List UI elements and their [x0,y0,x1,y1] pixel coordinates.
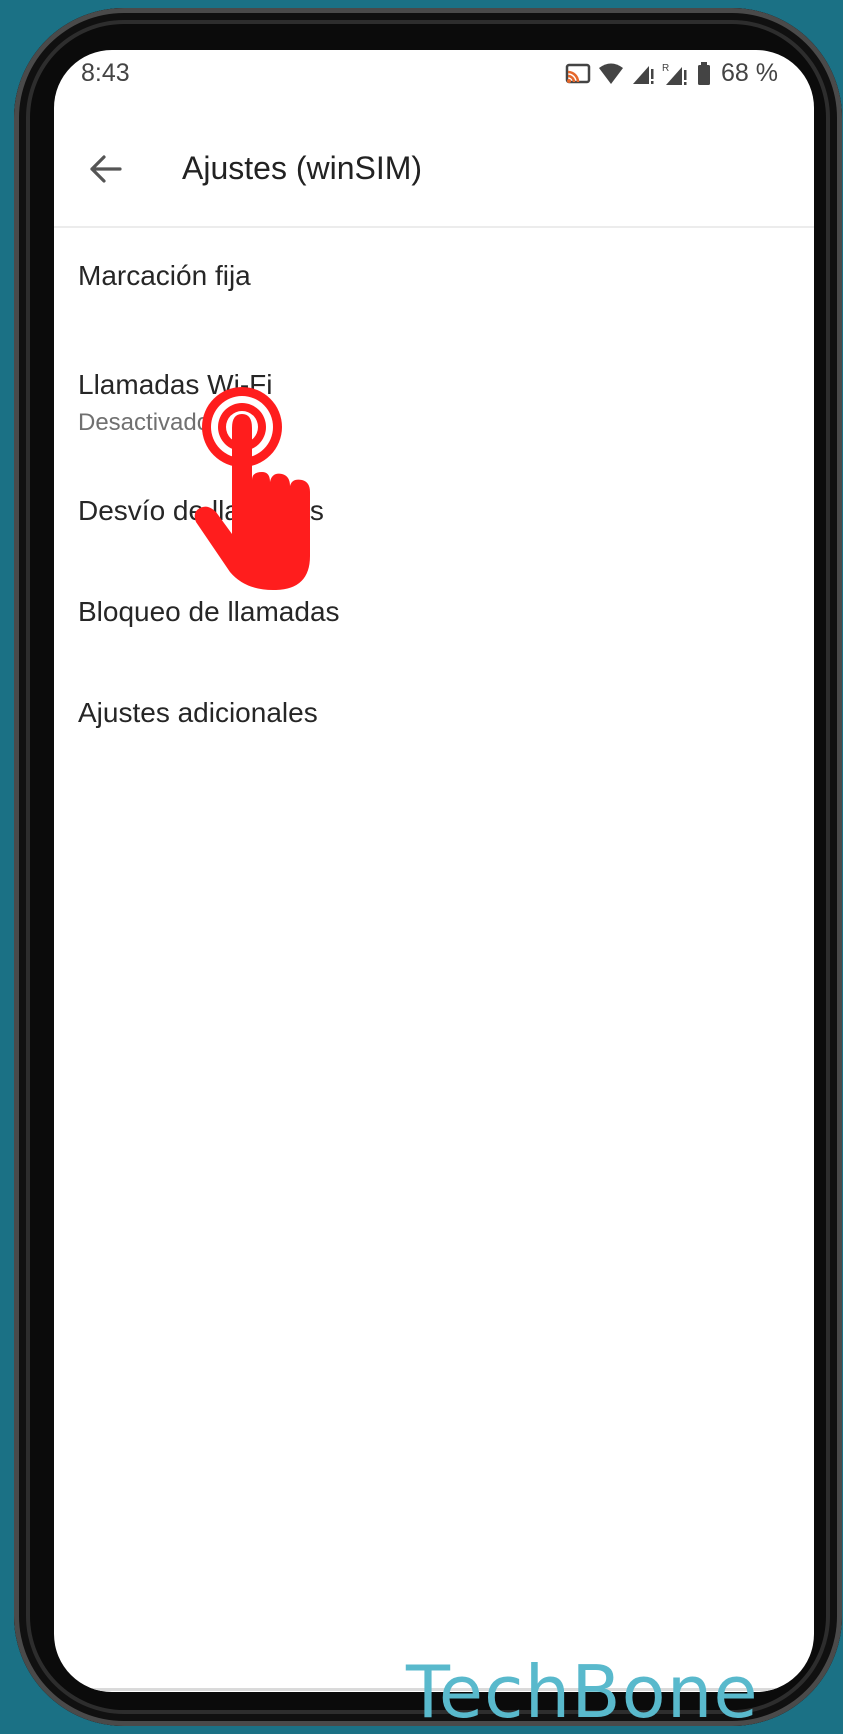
back-button[interactable] [74,140,136,202]
signal-icon [631,63,655,85]
battery-icon [697,61,711,86]
settings-item-additional-settings[interactable]: Ajustes adicionales [54,665,814,766]
app-bar: Ajustes (winSIM) [54,122,814,228]
settings-item-title: Ajustes adicionales [78,697,318,728]
settings-item-fixed-dialing[interactable]: Marcación fija [54,228,814,329]
wifi-icon [598,63,624,85]
tap-hand-icon [194,384,324,594]
status-bar: 8:43 R 68 % [54,50,814,100]
settings-item-call-blocking[interactable]: Bloqueo de llamadas [54,564,814,665]
settings-item-title: Bloqueo de llamadas [78,596,340,627]
status-time: 8:43 [81,59,130,87]
settings-list: Marcación fija Llamadas Wi-Fi Desactivad… [54,228,814,766]
cast-icon [565,63,591,85]
battery-percentage: 68 % [721,59,778,87]
watermark: TechBone [406,1650,759,1734]
settings-item-summary: Desactivado [78,409,211,436]
settings-item-wifi-calling[interactable]: Llamadas Wi-Fi Desactivado [54,329,814,463]
settings-item-title: Marcación fija [78,260,251,291]
page-title: Ajustes (winSIM) [182,150,423,186]
settings-item-call-forwarding[interactable]: Desvío de llamadas [54,463,814,564]
roaming-signal-icon: R [662,62,690,86]
arrow-left-icon [88,154,122,189]
svg-text:R: R [662,63,669,74]
phone-screen: 8:43 R 68 % Ajustes (winSIM) Marcación f… [54,50,814,1692]
status-icons: R 68 % [565,59,778,88]
